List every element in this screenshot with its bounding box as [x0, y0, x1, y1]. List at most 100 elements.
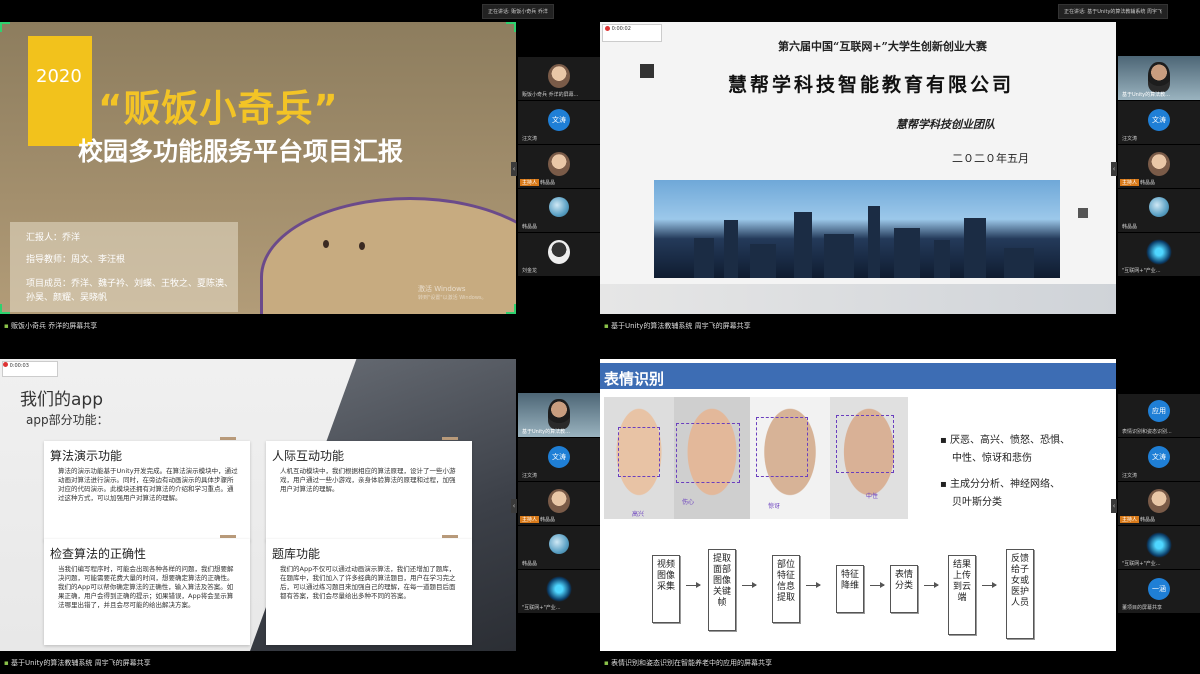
decor-square	[640, 64, 654, 78]
avatar	[549, 534, 569, 554]
avatar	[1146, 239, 1172, 265]
participant-tile[interactable]: 主持人 韩晶晶	[1118, 481, 1200, 525]
shared-screen: 表情识别 高兴 伤心 惊讶 中性 ▪ 厌恶、高兴、愤怒、恐惧、 中性、惊讶和悲伤…	[600, 359, 1116, 651]
competition-title: 第六届中国“互联网+”大学生创新创业大赛	[778, 40, 987, 53]
slide-header: 表情识别	[600, 363, 1116, 389]
year-badge	[28, 36, 92, 146]
avatar	[1148, 152, 1170, 176]
feature-card: 算法演示功能 算法的演示功能基于Unity开发完成。在算法演示模块中，通过动画对…	[44, 441, 250, 541]
video-pane-1[interactable]: 正在讲话: 贩饭小奇兵 乔洋 2020 “贩饭小奇兵” 校园多功能服务平台项目汇…	[0, 0, 600, 337]
flow-step: 部位特征信息提取	[772, 555, 800, 623]
participant-tile[interactable]: 主持人 韩晶晶	[518, 481, 600, 525]
emotion-label: 中性	[866, 493, 879, 500]
reporter: 汇报人：乔洋	[26, 233, 81, 243]
avatar	[548, 489, 570, 513]
participant-tile[interactable]: 应用 表情识别和姿态识别...	[1118, 393, 1200, 437]
participant-strip: ‹ 贩饭小奇兵 乔洋的屏幕... 文涛 汪文涛 主持人 韩晶晶 韩晶晶 刘金龙	[511, 22, 600, 314]
emotion-label: 高兴	[632, 511, 645, 518]
collapse-arrow-icon[interactable]: ‹	[1111, 162, 1117, 176]
windows-watermark-sub: 转到"设置"以激活 Windows。	[418, 295, 487, 301]
participant-tile[interactable]: 一涵 董项目的屏幕共享	[1118, 569, 1200, 613]
participant-camera[interactable]: 基于Unity的算法教...	[1118, 56, 1200, 100]
avatar	[549, 197, 569, 217]
participant-tile[interactable]: 韩晶晶	[1118, 188, 1200, 232]
feature-card: 题库功能 我们的App不仅可以通过动画演示算法，我们还增加了题库，在题库中，我们…	[266, 539, 472, 645]
participant-tile[interactable]: "互联网+"产业...	[518, 569, 600, 613]
slide-footer	[600, 284, 1116, 314]
decor-square	[1078, 208, 1088, 218]
members-cont: 孙昊、颜耀、吴晓帆	[26, 293, 108, 303]
participant-tile[interactable]: "互联网+"产业...	[1118, 232, 1200, 276]
slide-title: “贩饭小奇兵”	[98, 87, 339, 130]
host-badge: 主持人	[520, 516, 540, 523]
flow-step: 提取面部图像关键帧	[708, 549, 736, 631]
shared-screen: 2020 “贩饭小奇兵” 校园多功能服务平台项目汇报 汇报人：乔洋 指导教师：周…	[0, 22, 516, 314]
team-name: 慧帮学科技创业团队	[896, 118, 995, 131]
share-label: 基于Unity的算法教辅系统 周宇飞的屏幕共享	[4, 658, 151, 668]
collapse-arrow-icon[interactable]: ‹	[511, 162, 517, 176]
recording-widget[interactable]: 0:00:03	[2, 361, 58, 377]
speaking-indicator: 正在讲话: 基于Unity的算法教辅系统 周宇飞	[1058, 4, 1169, 19]
avatar	[1148, 62, 1170, 92]
video-pane-3[interactable]: 0:00:03 我们的app app部分功能： 算法演示功能 算法的演示功能基于…	[0, 337, 600, 674]
city-skyline-image	[654, 180, 1060, 278]
share-label: 表情识别和姿态识别在智能养老中的应用的屏幕共享	[604, 658, 772, 668]
avatar	[548, 152, 570, 176]
recording-widget[interactable]: 0:00:02	[602, 24, 662, 42]
avatar	[1146, 532, 1172, 558]
participant-tile[interactable]: 主持人 韩晶晶	[1118, 144, 1200, 188]
participant-tile[interactable]: 主持人 韩晶晶	[518, 144, 600, 188]
flow-step: 结果上传到云端	[948, 555, 976, 635]
video-pane-4[interactable]: 表情识别 高兴 伤心 惊讶 中性 ▪ 厌恶、高兴、愤怒、恐惧、 中性、惊讶和悲伤…	[600, 337, 1200, 674]
share-label: 基于Unity的算法教辅系统 周宇飞的屏幕共享	[604, 321, 751, 331]
bullet-emotions-cont: 中性、惊讶和悲伤	[952, 453, 1032, 464]
participant-tile[interactable]: 文涛 汪文涛	[518, 437, 600, 481]
year-text: 2020	[36, 66, 82, 87]
participant-tile[interactable]: 文涛 汪文涛	[1118, 437, 1200, 481]
participant-tile[interactable]: "互联网+"产业...	[1118, 525, 1200, 569]
face-photos: 高兴 伤心 惊讶 中性	[604, 397, 908, 519]
bullet-methods: ▪ 主成分分析、神经网络、	[940, 479, 1060, 490]
emotion-label: 伤心	[682, 499, 695, 506]
windows-watermark: 激活 Windows	[418, 285, 466, 293]
bullet-methods-cont: 贝叶斯分类	[952, 497, 1002, 508]
emotion-label: 惊讶	[768, 503, 781, 510]
avatar	[548, 240, 570, 264]
avatar	[548, 64, 570, 88]
flow-step: 视频图像采集	[652, 555, 680, 623]
info-panel: 汇报人：乔洋 指导教师：周文、李汪根 项目成员：乔洋、魏子衿、刘蝶、王牧之、夏陈…	[10, 222, 238, 312]
feature-card: 人际互动功能 人机互动模块中，我们根据相应的算法原理，设计了一些小游戏，用户通过…	[266, 441, 472, 541]
eye-icon	[323, 240, 329, 248]
avatar	[546, 576, 572, 602]
participant-tile[interactable]: 文涛 汪文涛	[1118, 100, 1200, 144]
share-label: 贩饭小奇兵 乔洋的屏幕共享	[4, 321, 97, 331]
flow-step: 特征降维	[836, 565, 864, 613]
bullet-emotions: ▪ 厌恶、高兴、愤怒、恐惧、	[940, 435, 1070, 446]
participant-tile[interactable]: 韩晶晶	[518, 188, 600, 232]
avatar	[1148, 489, 1170, 513]
slide-subtitle: 校园多功能服务平台项目汇报	[78, 137, 404, 166]
participant-tile[interactable]: 文涛 汪文涛	[518, 100, 600, 144]
flow-step: 反馈给子女或医护人员	[1006, 549, 1034, 639]
participant-camera[interactable]: 基于Unity的算法教...	[518, 393, 600, 437]
slide-title: 我们的app	[20, 390, 103, 410]
participant-strip: ‹ 应用 表情识别和姿态识别... 文涛 汪文涛 主持人 韩晶晶 "互联网+"产…	[1111, 359, 1200, 651]
collapse-arrow-icon[interactable]: ‹	[511, 499, 517, 513]
participant-tile[interactable]: 刘金龙	[518, 232, 600, 276]
shared-screen: 0:00:03 我们的app app部分功能： 算法演示功能 算法的演示功能基于…	[0, 359, 516, 651]
video-pane-2[interactable]: 正在讲话: 基于Unity的算法教辅系统 周宇飞 0:00:02 第六届中国“互…	[600, 0, 1200, 337]
participant-strip: ‹ 基于Unity的算法教... 文涛 汪文涛 主持人 韩晶晶 韩晶晶 "互联网…	[511, 359, 600, 651]
participant-tile[interactable]: 韩晶晶	[518, 525, 600, 569]
date-text: 二０二０年五月	[952, 152, 1029, 165]
speaking-indicator: 正在讲话: 贩饭小奇兵 乔洋	[482, 4, 554, 19]
host-badge: 主持人	[520, 179, 540, 186]
participant-strip: ‹ 基于Unity的算法教... 文涛 汪文涛 主持人 韩晶晶 韩晶晶 "互联网…	[1111, 22, 1200, 314]
collapse-arrow-icon[interactable]: ‹	[1111, 499, 1117, 513]
flow-step: 表情分类	[890, 565, 918, 613]
eye-icon	[359, 242, 365, 250]
company-name: 慧帮学科技智能教育有限公司	[728, 74, 1015, 96]
feature-card: 检查算法的正确性 当我们编写程序时，可能会出现各种各样的问题，我们想要解决问题，…	[44, 539, 250, 645]
participant-tile[interactable]: 贩饭小奇兵 乔洋的屏幕...	[518, 56, 600, 100]
slide-subtitle: app部分功能：	[26, 413, 109, 427]
avatar	[548, 399, 570, 429]
